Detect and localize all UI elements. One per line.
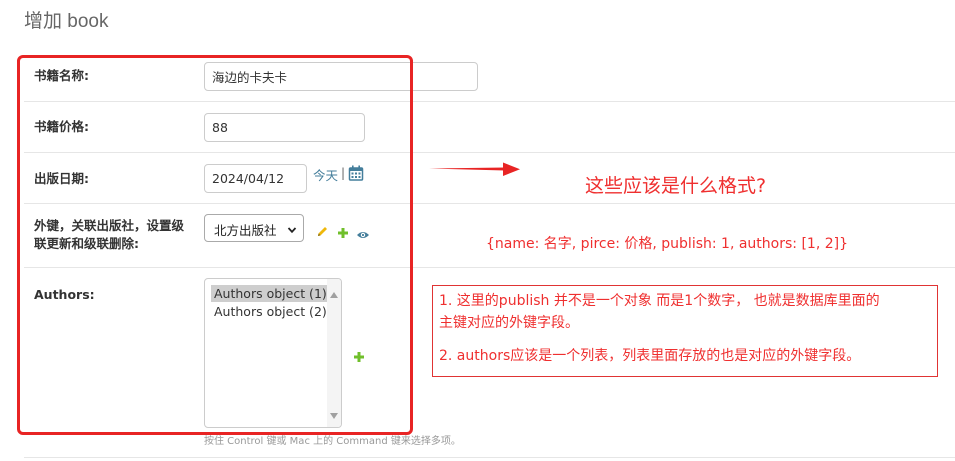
- arrow-icon: [429, 162, 520, 176]
- annotation-example: {name: 名字, pirce: 价格, publish: 1, author…: [486, 236, 848, 252]
- annotation-frame: [17, 55, 413, 435]
- annotation-note-line: 2. authors应该是一个列表，列表里面存放的也是对应的外键字段。: [439, 348, 861, 364]
- annotation-question: 这些应该是什么格式?: [585, 175, 767, 197]
- annotation-note-line: 1. 这里的publish 并不是一个对象 而是1个数字， 也就是数据库里面的: [439, 293, 880, 309]
- page-title: 增加 book: [24, 11, 109, 32]
- annotation-note: 1. 这里的publish 并不是一个对象 而是1个数字， 也就是数据库里面的 …: [432, 285, 938, 377]
- row-divider: [24, 457, 955, 458]
- annotation-note-line: 主键对应的外键字段。: [439, 315, 579, 331]
